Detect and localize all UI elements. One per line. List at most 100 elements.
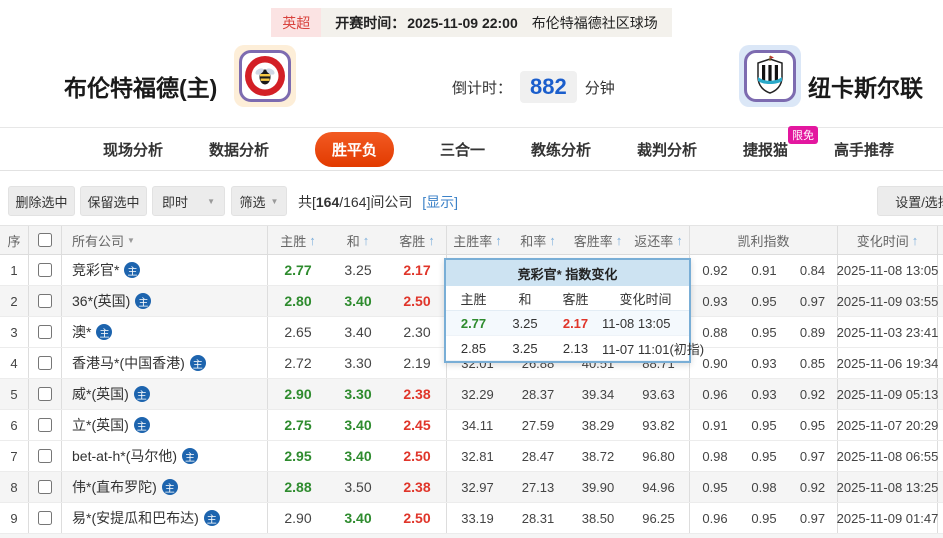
filler: [938, 472, 943, 502]
company-cell: 立*(英国) 主: [62, 410, 268, 440]
header-home-win[interactable]: 主胜 ↑: [268, 226, 328, 254]
keep-selected-button[interactable]: 保留选中: [80, 186, 147, 216]
odds-cell[interactable]: 2.65: [268, 317, 328, 347]
rate-cell: 27.59: [521, 417, 555, 433]
countdown-value: 882: [520, 71, 577, 103]
odds-cell[interactable]: 2.72: [268, 348, 328, 378]
header-draw[interactable]: 和 ↑: [328, 226, 388, 254]
company-name[interactable]: 易*(安提瓜和巴布达): [72, 508, 199, 528]
company-name[interactable]: bet-at-h*(马尔他): [72, 446, 177, 466]
tab-6[interactable]: 捷报猫 限免: [743, 125, 819, 160]
header-change-time[interactable]: 变化时间 ↑: [838, 226, 938, 254]
header-home-rate[interactable]: 主胜率 ↑: [447, 226, 508, 254]
odds-cell[interactable]: 2.50: [388, 503, 447, 533]
odds-cell[interactable]: 2.17: [388, 255, 447, 285]
tab-4[interactable]: 教练分析: [531, 139, 591, 160]
company-name[interactable]: 澳*: [72, 322, 91, 342]
odds-cell[interactable]: 2.90: [268, 379, 328, 409]
kelly-cell: 0.98: [751, 479, 777, 495]
row-checkbox[interactable]: [38, 511, 52, 525]
row-checkbox[interactable]: [38, 480, 52, 494]
tab-0[interactable]: 现场分析: [103, 139, 163, 160]
odds-cell[interactable]: 3.40: [328, 317, 388, 347]
filler: [938, 255, 943, 285]
header-label: 客胜率: [573, 233, 613, 249]
tab-label: 裁判分析: [637, 141, 698, 159]
rate-cell: 32.81: [461, 448, 494, 464]
company-name[interactable]: 威*(英国): [72, 384, 129, 404]
odds-cell[interactable]: 2.77: [268, 255, 328, 285]
header-return-rate[interactable]: 返还率 ↑: [628, 226, 690, 254]
tab-label: 胜平负: [331, 141, 377, 159]
table-header-row: 序 所有公司 ▼ 主胜 ↑ 和 ↑ 客胜 ↑ 主胜率 ↑ 和率 ↑ 客胜率 ↑ 返还率 ↑ 凯利…: [0, 225, 943, 255]
tab-3[interactable]: 三合一: [440, 139, 485, 160]
rate-cell: 96.25: [628, 503, 690, 533]
odds-cell[interactable]: 2.38: [388, 379, 447, 409]
odds-cell[interactable]: 2.80: [268, 286, 328, 316]
filler: [938, 348, 943, 378]
tab-5[interactable]: 裁判分析: [637, 139, 697, 160]
row-checkbox[interactable]: [38, 387, 52, 401]
toolbar: 删除选中 保留选中 即时 ▼ 筛选 ▼ 共[164/164]间公司 [显示] 设…: [0, 186, 943, 216]
limited-free-badge: 限免: [788, 125, 819, 144]
brentford-crest-icon: [239, 50, 291, 102]
odds-cell[interactable]: 2.95: [268, 441, 328, 471]
odds-comparison-page: 英超 开赛时间： 2025-11-09 22:00 布伦特福德社区球场 布伦特福…: [0, 0, 943, 538]
odds-cell[interactable]: 3.40: [328, 503, 388, 533]
odds-cell[interactable]: 2.90: [268, 503, 328, 533]
odds-cell[interactable]: 2.75: [268, 410, 328, 440]
sort-up-icon: ↑: [362, 232, 370, 248]
company-name[interactable]: 36*(英国): [72, 291, 130, 311]
home-team-icon: 主: [203, 510, 220, 526]
select-all-checkbox[interactable]: [38, 233, 52, 247]
company-name[interactable]: 香港马*(中国香港): [72, 353, 185, 373]
sort-up-icon: ↑: [549, 232, 556, 248]
header-label: 客胜: [399, 233, 426, 249]
delete-selected-button[interactable]: 删除选中: [8, 186, 75, 216]
kelly-cell: 0.95: [751, 417, 777, 433]
tab-7[interactable]: 高手推荐: [834, 139, 894, 160]
odds-cell[interactable]: 2.50: [388, 441, 447, 471]
row-checkbox-cell: [29, 441, 62, 471]
header-away-win[interactable]: 客胜 ↑: [388, 226, 447, 254]
kelly-cell: 0.96: [702, 510, 728, 526]
row-checkbox[interactable]: [38, 325, 52, 339]
odds-cell[interactable]: 2.88: [268, 472, 328, 502]
company-name[interactable]: 伟*(直布罗陀): [72, 477, 157, 497]
tab-1[interactable]: 数据分析: [209, 139, 269, 160]
company-name[interactable]: 立*(英国): [72, 415, 129, 435]
odds-cell[interactable]: 3.30: [328, 348, 388, 378]
filler: [938, 317, 943, 347]
team-header: 布伦特福德(主) 倒计时： 882 分钟 纽卡斯尔联: [0, 38, 943, 127]
filter-dropdown[interactable]: 筛选 ▼: [231, 186, 287, 216]
odds-cell[interactable]: 2.45: [388, 410, 447, 440]
kelly-cell: 0.97: [788, 286, 838, 316]
header-company[interactable]: 所有公司 ▼: [62, 226, 268, 254]
header-away-rate[interactable]: 客胜率 ↑: [568, 226, 628, 254]
odds-cell[interactable]: 3.40: [328, 441, 388, 471]
odds-cell[interactable]: 3.30: [328, 379, 388, 409]
live-dropdown[interactable]: 即时 ▼: [152, 186, 225, 216]
tab-2[interactable]: 胜平负: [314, 131, 394, 167]
odds-cell[interactable]: 2.30: [388, 317, 447, 347]
odds-cell[interactable]: 3.50: [328, 472, 388, 502]
row-checkbox[interactable]: [38, 263, 52, 277]
odds-cell[interactable]: 3.40: [328, 410, 388, 440]
kelly-cell: 0.91: [702, 417, 728, 433]
header-draw-rate[interactable]: 和率 ↑: [508, 226, 568, 254]
row-checkbox[interactable]: [38, 294, 52, 308]
show-link[interactable]: [显示]: [422, 194, 458, 210]
odds-cell[interactable]: 3.40: [328, 286, 388, 316]
odds-cell[interactable]: 2.50: [388, 286, 447, 316]
company-cell: 36*(英国) 主: [62, 286, 268, 316]
row-checkbox[interactable]: [38, 449, 52, 463]
odds-cell[interactable]: 2.38: [388, 472, 447, 502]
company-name[interactable]: 竞彩官*: [72, 260, 119, 280]
row-checkbox[interactable]: [38, 418, 52, 432]
home-team-icon: 主: [133, 417, 150, 433]
row-checkbox[interactable]: [38, 356, 52, 370]
settings-select-button[interactable]: 设置/选择: [877, 186, 943, 216]
odds-cell[interactable]: 3.25: [328, 255, 388, 285]
company-cell: bet-at-h*(马尔他) 主: [62, 441, 268, 471]
odds-cell[interactable]: 2.19: [388, 348, 447, 378]
